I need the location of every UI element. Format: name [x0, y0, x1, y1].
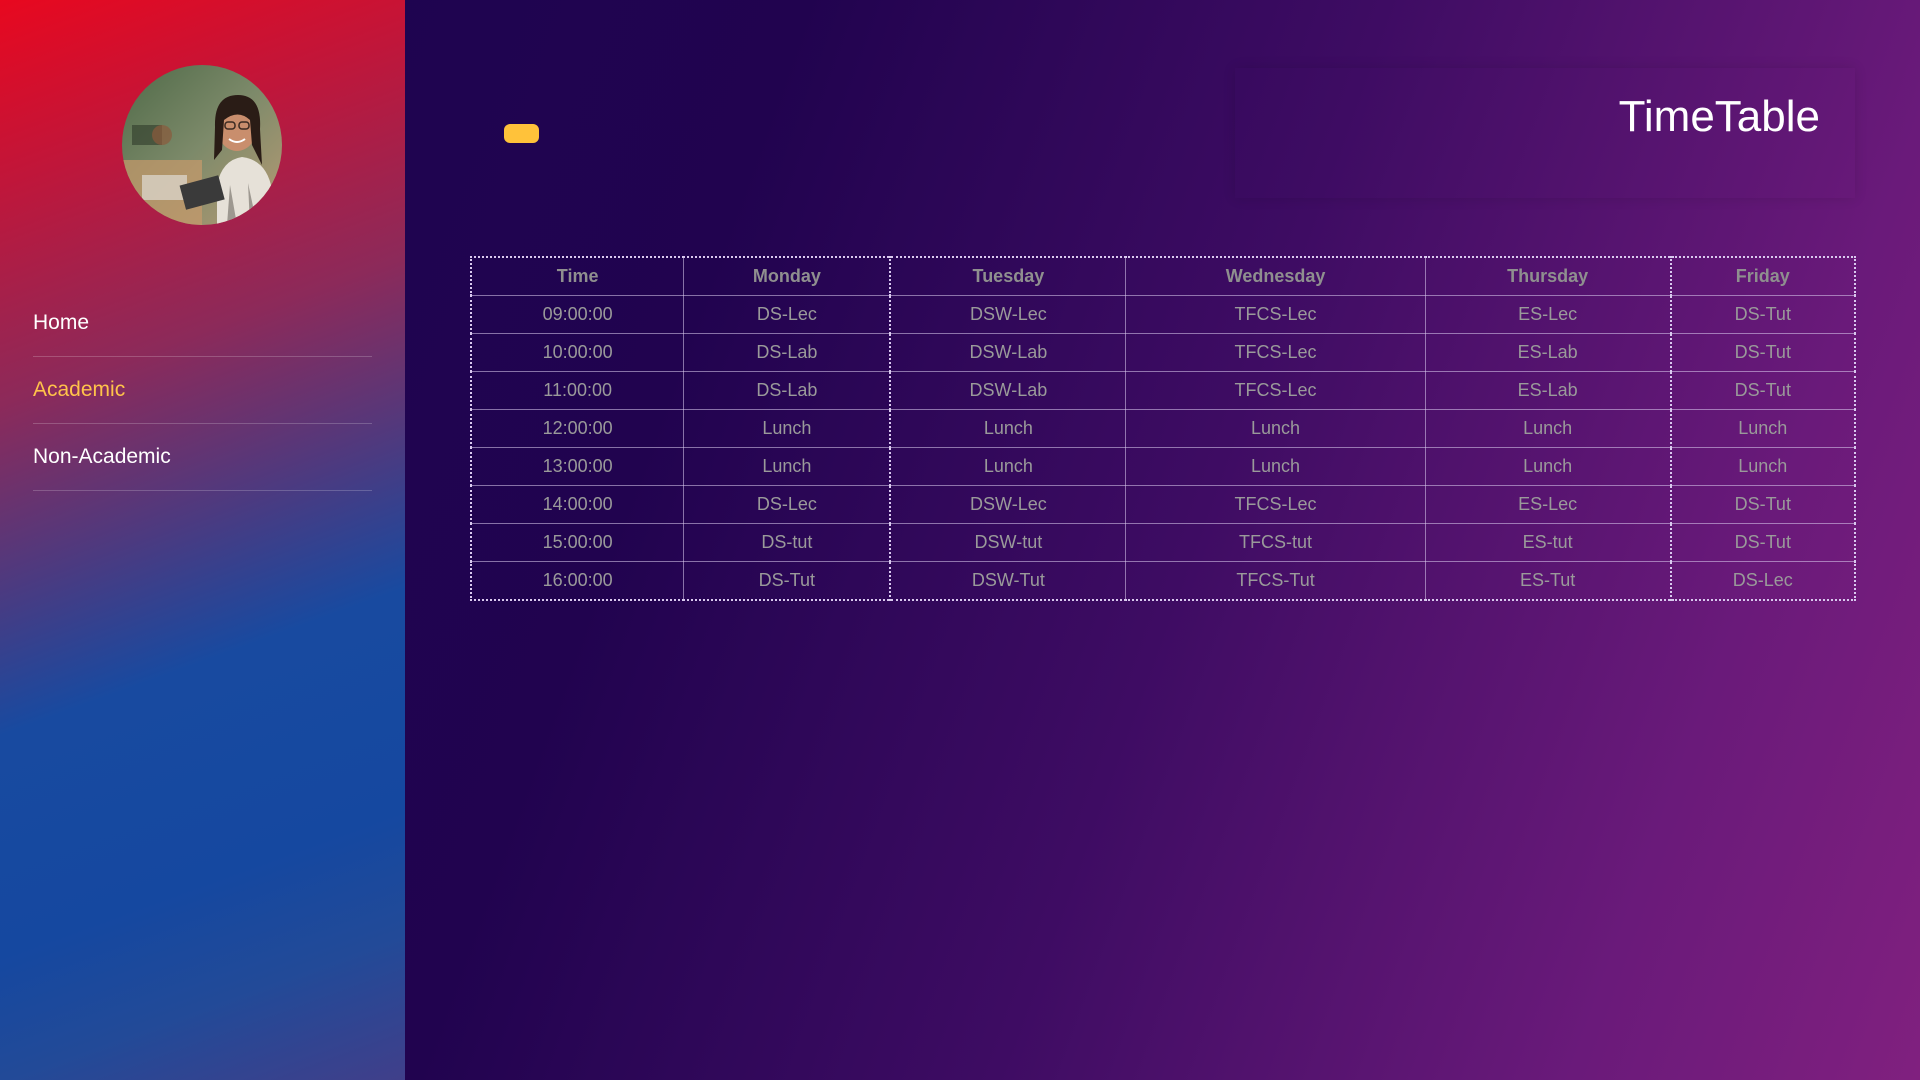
table-cell: Lunch	[889, 447, 1127, 486]
column-header-friday: Friday	[1670, 256, 1856, 296]
time-cell: 14:00:00	[470, 485, 685, 524]
table-cell: DSW-Lab	[889, 333, 1127, 372]
table-cell: ES-Lec	[1424, 295, 1672, 334]
table-cell: ES-Lab	[1424, 333, 1672, 372]
time-cell: 11:00:00	[470, 371, 685, 410]
table-row: 09:00:00 DS-Lec DSW-Lec TFCS-Lec ES-Lec …	[470, 295, 1856, 334]
sidebar-item-label: Home	[33, 311, 90, 334]
table-cell: DS-Lab	[683, 333, 892, 372]
table-cell: DS-Lec	[683, 485, 892, 524]
table-row: 11:00:00 DS-Lab DSW-Lab TFCS-Lec ES-Lab …	[470, 371, 1856, 410]
table-cell: Lunch	[683, 409, 892, 448]
page: Home Academic Non-Academic TimeTable Tim…	[0, 0, 1920, 1080]
table-cell: TFCS-Lec	[1125, 295, 1426, 334]
time-cell: 16:00:00	[470, 561, 685, 601]
table-cell: Lunch	[1670, 447, 1856, 486]
table-row: 16:00:00 DS-Tut DSW-Tut TFCS-Tut ES-Tut …	[470, 561, 1856, 601]
table-cell: Lunch	[889, 409, 1127, 448]
column-header-thursday: Thursday	[1424, 256, 1672, 296]
table-cell: DS-Lec	[683, 295, 892, 334]
table-header-row: Time Monday Tuesday Wednesday Thursday F…	[470, 256, 1856, 296]
table-cell: DSW-Lab	[889, 371, 1127, 410]
sidebar-item-academic[interactable]: Academic	[33, 357, 372, 424]
table-cell: Lunch	[1125, 447, 1426, 486]
table-cell: DS-Lec	[1670, 561, 1856, 601]
table-cell: Lunch	[1670, 409, 1856, 448]
table-cell: DSW-tut	[889, 523, 1127, 562]
sidebar-item-non-academic[interactable]: Non-Academic	[33, 424, 372, 491]
table-cell: ES-Lab	[1424, 371, 1672, 410]
table-cell: DS-Lab	[683, 371, 892, 410]
sidebar-item-home[interactable]: Home	[33, 290, 372, 357]
table-cell: ES-Tut	[1424, 561, 1672, 601]
table-row: 15:00:00 DS-tut DSW-tut TFCS-tut ES-tut …	[470, 523, 1856, 562]
time-cell: 10:00:00	[470, 333, 685, 372]
sidebar-item-label: Academic	[33, 378, 126, 401]
table-cell: TFCS-Tut	[1125, 561, 1426, 601]
header: TimeTable	[1235, 68, 1855, 198]
time-cell: 09:00:00	[470, 295, 685, 334]
table-cell: DS-Tut	[1670, 295, 1856, 334]
table-cell: DS-tut	[683, 523, 892, 562]
table-cell: DSW-Lec	[889, 295, 1127, 334]
table-cell: TFCS-tut	[1125, 523, 1426, 562]
table-cell: DS-Tut	[1670, 371, 1856, 410]
table-row: 14:00:00 DS-Lec DSW-Lec TFCS-Lec ES-Lec …	[470, 485, 1856, 524]
table-cell: Lunch	[683, 447, 892, 486]
column-header-wednesday: Wednesday	[1125, 256, 1426, 296]
table-row: 13:00:00 Lunch Lunch Lunch Lunch Lunch	[470, 447, 1856, 486]
sidebar-item-label: Non-Academic	[33, 445, 171, 468]
sidebar-nav: Home Academic Non-Academic	[33, 290, 372, 491]
table-cell: ES-tut	[1424, 523, 1672, 562]
table-row: 10:00:00 DS-Lab DSW-Lab TFCS-Lec ES-Lab …	[470, 333, 1856, 372]
page-title: TimeTable	[1618, 92, 1820, 141]
table-cell: DS-Tut	[1670, 485, 1856, 524]
table-cell: Lunch	[1424, 409, 1672, 448]
table-cell: DSW-Lec	[889, 485, 1127, 524]
column-header-tuesday: Tuesday	[889, 256, 1127, 296]
sidebar: Home Academic Non-Academic	[0, 0, 405, 1080]
table-cell: Lunch	[1125, 409, 1426, 448]
column-header-time: Time	[470, 256, 685, 296]
timetable: Time Monday Tuesday Wednesday Thursday F…	[470, 256, 1856, 601]
table-cell: DS-Tut	[1670, 523, 1856, 562]
time-cell: 13:00:00	[470, 447, 685, 486]
time-cell: 15:00:00	[470, 523, 685, 562]
table-cell: DSW-Tut	[889, 561, 1127, 601]
profile-photo-icon	[122, 65, 282, 225]
table-cell: DS-Tut	[1670, 333, 1856, 372]
table-cell: TFCS-Lec	[1125, 333, 1426, 372]
table-cell: ES-Lec	[1424, 485, 1672, 524]
table-cell: Lunch	[1424, 447, 1672, 486]
menu-toggle-button[interactable]	[504, 124, 539, 143]
table-row: 12:00:00 Lunch Lunch Lunch Lunch Lunch	[470, 409, 1856, 448]
time-cell: 12:00:00	[470, 409, 685, 448]
column-header-monday: Monday	[683, 256, 892, 296]
table-cell: DS-Tut	[683, 561, 892, 601]
table-cell: TFCS-Lec	[1125, 485, 1426, 524]
table-cell: TFCS-Lec	[1125, 371, 1426, 410]
avatar[interactable]	[122, 65, 282, 225]
